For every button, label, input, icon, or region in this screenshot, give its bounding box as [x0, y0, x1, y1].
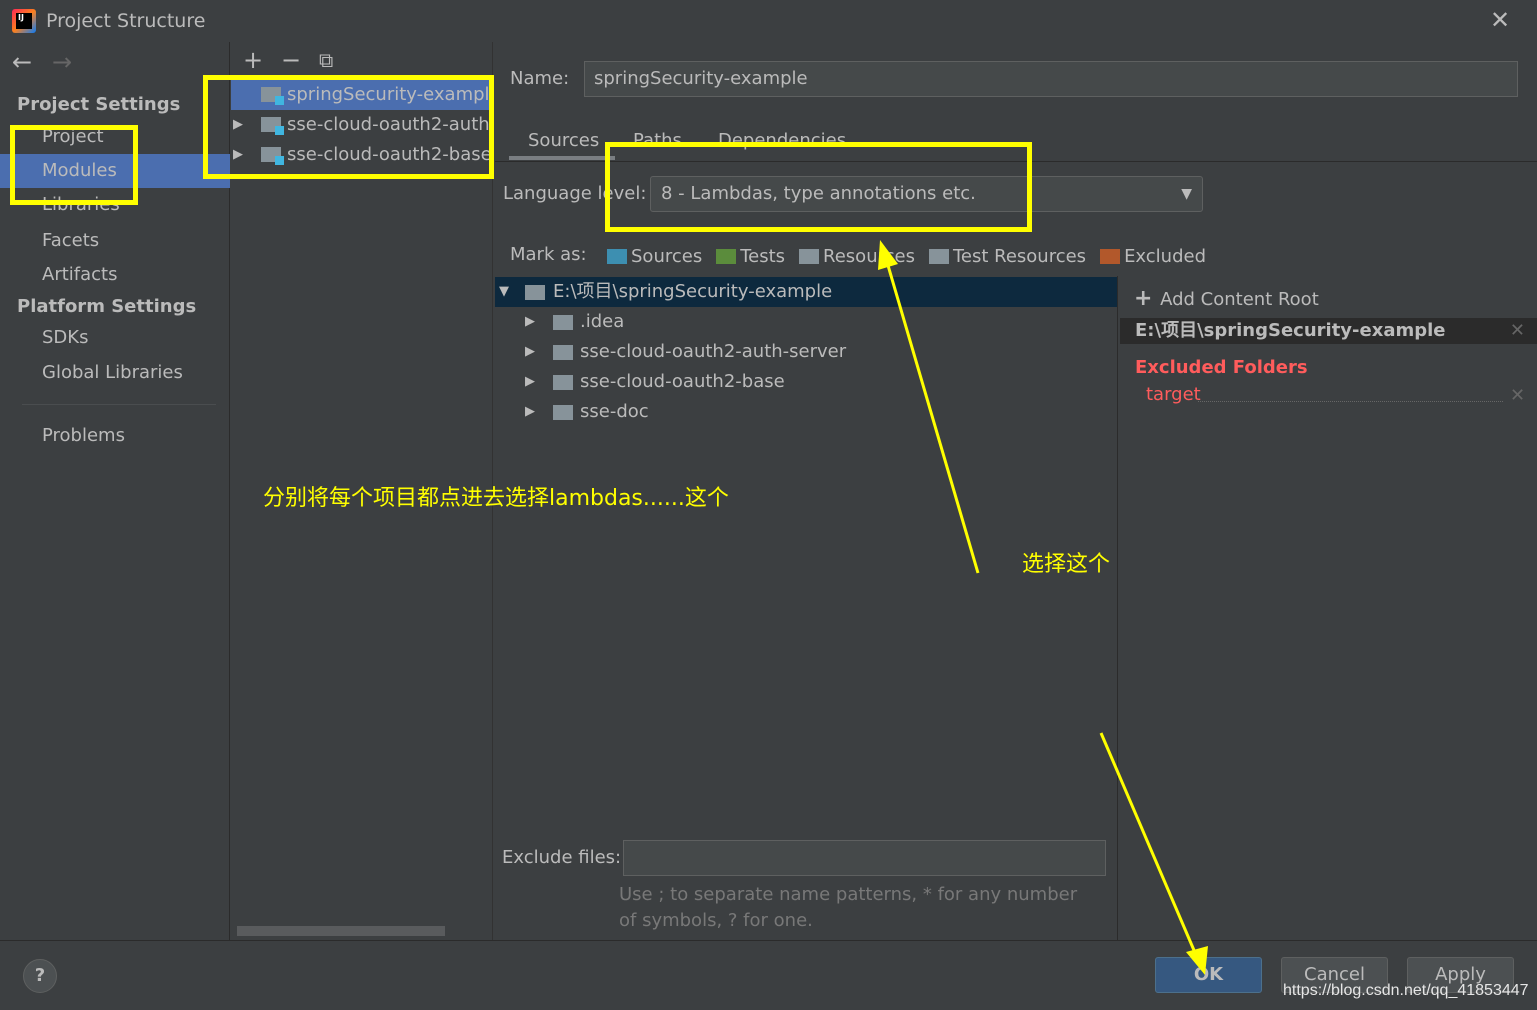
annotation-arrow-ok	[1099, 732, 1198, 956]
arrow-head-icon	[1186, 946, 1208, 975]
annotation-arrows	[878, 240, 1208, 975]
arrow-head-icon	[878, 240, 898, 270]
annotation-arrow-language	[885, 261, 980, 574]
